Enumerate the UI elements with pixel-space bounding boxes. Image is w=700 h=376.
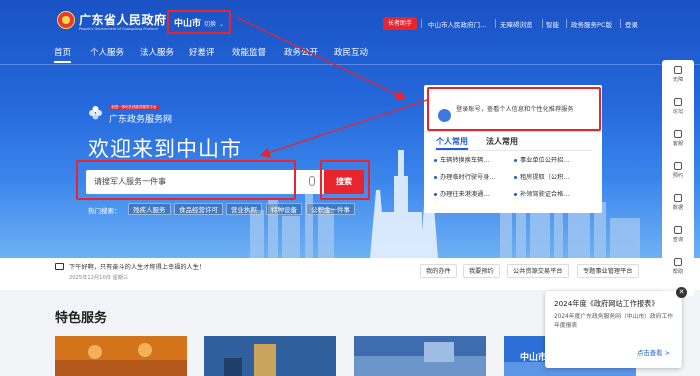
- rail-label: 查询: [672, 237, 684, 243]
- service-link[interactable]: 办理临时行驶号身...: [434, 172, 495, 181]
- link-pc-version[interactable]: 政务服务PC版: [571, 19, 612, 29]
- annotation-box-search: [76, 160, 296, 200]
- rail-label: 论坛: [672, 109, 684, 115]
- rail-label: 客服: [672, 141, 684, 147]
- date-text: 2025年12月10日 星期三: [69, 275, 129, 281]
- divider: [495, 19, 496, 28]
- my-cases-button[interactable]: 我的办件: [420, 264, 457, 278]
- annotation-box-search-button: [320, 160, 370, 200]
- national-emblem-icon: [57, 11, 75, 29]
- link-smart[interactable]: 智能: [546, 19, 559, 29]
- site-subtitle: People's Government of Guangdong Provinc…: [79, 27, 159, 31]
- rail-label: 数据: [672, 205, 684, 211]
- portal-tag: 全国一体化在线政务服务平台: [109, 105, 159, 110]
- headset-icon: [674, 130, 682, 138]
- nav-home[interactable]: 首页: [54, 46, 72, 63]
- accessibility-icon: [674, 66, 682, 74]
- feature-card[interactable]: [354, 336, 486, 376]
- hot-tag-housing-fund[interactable]: 公积金一件事: [306, 203, 355, 215]
- hot-tag-disabled-services[interactable]: 残疾人服务: [128, 203, 171, 215]
- divider: [620, 19, 621, 28]
- rail-data[interactable]: 数据: [662, 194, 694, 211]
- nav-corporate-services[interactable]: 法人服务: [140, 46, 174, 58]
- section-title: 特色服务: [55, 311, 108, 326]
- portal-name: 广东政务服务网: [109, 115, 173, 125]
- chat-icon: [674, 98, 682, 106]
- nav-rating[interactable]: 好差评: [189, 46, 215, 58]
- service-link[interactable]: 补领驾驶证合格...: [514, 189, 569, 198]
- feature-image: [354, 336, 486, 376]
- nav-personal-services[interactable]: 个人服务: [90, 46, 124, 58]
- rail-help[interactable]: 帮助: [662, 258, 694, 275]
- hot-tag-special-equipment[interactable]: 特种设备: [266, 203, 302, 215]
- link-zhongshan-gov[interactable]: 中山市人民政府门...: [428, 19, 486, 29]
- hot-tag-business-license[interactable]: 营业执照: [226, 203, 262, 215]
- right-tool-rail: 无障 论坛 客服 预约 数据 查询 帮助: [662, 60, 694, 296]
- feature-card[interactable]: [204, 336, 336, 376]
- feature-card[interactable]: [55, 336, 187, 376]
- greeting-text: 下午好啊，只有奋斗的人生才称得上幸福的人生！: [69, 264, 206, 271]
- site-title[interactable]: 广东省人民政府: [79, 11, 167, 28]
- tab-corporate-common[interactable]: 法人常用: [486, 136, 518, 147]
- rail-customer-service[interactable]: 客服: [662, 130, 694, 147]
- hot-tag-food-license[interactable]: 食品经营许可: [174, 203, 223, 215]
- microphone-icon[interactable]: [309, 176, 315, 186]
- tab-personal-common[interactable]: 个人常用: [436, 136, 468, 150]
- public-resource-trading-button[interactable]: 公共资源交易平台: [507, 264, 569, 278]
- rail-forum[interactable]: 论坛: [662, 98, 694, 115]
- nav-efficiency-supervision[interactable]: 效能监督: [232, 46, 266, 58]
- popup-title[interactable]: 2024年度《政府网站工作报表》: [554, 299, 659, 309]
- divider: [424, 131, 602, 132]
- rail-query[interactable]: 查询: [662, 226, 694, 243]
- nav-gov-open[interactable]: 政务公开: [284, 46, 318, 58]
- rail-accessibility[interactable]: 无障: [662, 66, 694, 83]
- service-link[interactable]: 车辆转换换车辆...: [434, 155, 489, 164]
- divider: [566, 19, 567, 28]
- feature-card-label: 中山市: [520, 353, 548, 363]
- link-accessibility[interactable]: 无障碍浏览: [500, 19, 533, 29]
- divider: [542, 19, 543, 28]
- report-popup: 2024年度《政府网站工作报表》 2024年度广东政务服务网（中山市）政府工作年…: [545, 291, 682, 368]
- search-icon: [674, 226, 682, 234]
- service-link[interactable]: 办理往来港澳通...: [434, 189, 489, 198]
- popup-view-more-link[interactable]: 点击查看 >: [637, 348, 670, 357]
- rail-label: 帮助: [672, 269, 684, 275]
- login-link[interactable]: 登录: [625, 19, 638, 29]
- annotation-box-city: [167, 10, 231, 34]
- nav-interaction[interactable]: 政民互动: [334, 46, 368, 58]
- popup-body: 2024年度广东政务服务网（中山市）政府工作年度报表: [554, 314, 674, 329]
- my-appointment-button[interactable]: 我要预约: [463, 264, 500, 278]
- service-portal-logo-icon: [89, 106, 102, 120]
- hot-search-label: 热门搜索：: [88, 207, 121, 215]
- help-icon: [674, 258, 682, 266]
- divider: [434, 150, 592, 151]
- topic-management-platform-button[interactable]: 专题事业管理平台: [577, 264, 639, 278]
- nav-divider: [0, 64, 700, 65]
- divider: [421, 19, 422, 28]
- rail-label: 预约: [672, 173, 684, 179]
- rail-label: 无障: [672, 77, 684, 83]
- welcome-heading: 欢迎来到中山市: [88, 137, 242, 161]
- info-bar: 下午好啊，只有奋斗的人生才称得上幸福的人生！ 2025年12月10日 星期三 我…: [0, 258, 700, 290]
- feature-image: [204, 336, 336, 376]
- clock-icon: [674, 162, 682, 170]
- service-link[interactable]: 事业单位公开招...: [514, 155, 569, 164]
- service-link[interactable]: 租房提取（公积...: [514, 172, 569, 181]
- main-nav: 首页 个人服务 法人服务 好差评 效能监督 政务公开 政民互动: [0, 42, 700, 64]
- top-bar: 广东省人民政府 People's Government of Guangdong…: [0, 0, 700, 42]
- rail-appointment[interactable]: 预约: [662, 162, 694, 179]
- elder-assistant-button[interactable]: 长者助手: [383, 17, 417, 30]
- annotation-box-login: [427, 87, 601, 131]
- document-icon: [674, 194, 682, 202]
- feature-image: [55, 336, 187, 376]
- close-icon[interactable]: ✕: [676, 287, 687, 298]
- tv-icon: [55, 263, 64, 270]
